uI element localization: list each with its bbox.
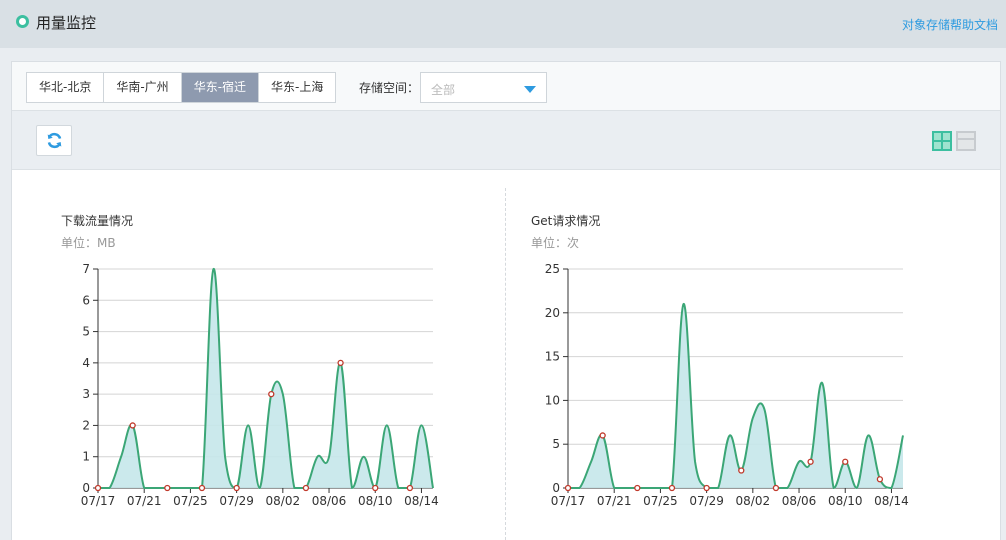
data-point: [268, 390, 275, 398]
data-point: [668, 484, 676, 492]
data-point: [337, 359, 344, 367]
x-tick-label: 08/06: [312, 494, 347, 508]
help-doc-link[interactable]: 对象存储帮助文档: [902, 16, 998, 33]
data-point: [198, 484, 206, 492]
data-point: [564, 484, 572, 492]
y-tick-label: 1: [82, 450, 90, 464]
region-tab-beijing[interactable]: 华北-北京: [27, 73, 105, 102]
x-tick-label: 07/25: [173, 494, 208, 508]
x-tick-label: 08/14: [404, 494, 439, 508]
data-point: [634, 484, 641, 492]
chart-divider: [505, 188, 506, 540]
get-requests-chart: 0 5 10 15 20 25 07/17 07/21 07/25 07/29 08/02 08/06…: [545, 262, 909, 508]
chart-toolbar: [12, 110, 1000, 170]
y-tick-label: 6: [82, 293, 90, 307]
y-tick-label: 7: [82, 262, 90, 276]
storage-space-label: 存储空间：: [359, 81, 420, 95]
data-point: [94, 484, 102, 492]
region-tab-suqian[interactable]: 华东-宿迁: [181, 73, 260, 102]
data-point: [233, 484, 240, 492]
data-point: [129, 422, 136, 429]
y-tick-label: 5: [82, 325, 90, 339]
y-tick-label: 15: [545, 350, 560, 364]
y-tick-label: 5: [552, 437, 560, 451]
x-tick-label: 08/14: [874, 494, 909, 508]
download-traffic-chart: 0 1 2 3 4 5 6 7 07/17 07/21 07/25 07/29 08/02 08/06 08…: [81, 262, 439, 508]
region-tabs: 华北-北京 华南-广州 华东-宿迁 华东-上海: [26, 72, 337, 103]
x-tick-label: 08/10: [828, 494, 863, 508]
page-header: 用量监控 对象存储帮助文档: [0, 0, 1006, 48]
y-tick-label: 10: [545, 393, 560, 407]
data-point: [842, 458, 849, 465]
data-point: [703, 484, 710, 492]
x-tick-label: 08/02: [266, 494, 301, 508]
x-tick-label: 07/21: [597, 494, 632, 508]
x-tick-label: 07/17: [81, 494, 116, 508]
data-point: [302, 484, 310, 492]
y-tick-label: 0: [552, 481, 560, 495]
region-tab-guangzhou[interactable]: 华南-广州: [104, 73, 182, 102]
data-point: [164, 484, 171, 492]
y-tick-label: 0: [82, 481, 90, 495]
data-point: [772, 484, 780, 492]
storage-space-select[interactable]: 全部: [420, 72, 547, 103]
data-point: [599, 432, 606, 439]
data-point: [807, 458, 814, 465]
storage-space-value: 全部: [431, 83, 456, 97]
x-tick-label: 08/02: [736, 494, 771, 508]
x-tick-label: 07/17: [551, 494, 586, 508]
y-tick-label: 25: [545, 262, 560, 276]
data-point: [406, 484, 414, 492]
x-tick-label: 07/29: [219, 494, 254, 508]
y-tick-label: 20: [545, 306, 560, 320]
y-tick-label: 2: [82, 418, 90, 432]
list-view-icon[interactable]: [956, 131, 976, 151]
status-ring-icon: [16, 15, 29, 28]
monitor-panel: 华北-北京 华南-广州 华东-宿迁 华东-上海 存储空间： 全部 下载流量情况 …: [11, 61, 1001, 540]
refresh-button[interactable]: [36, 125, 72, 156]
page-title: 用量监控: [36, 14, 97, 32]
refresh-icon: [47, 132, 62, 149]
x-tick-label: 07/21: [127, 494, 162, 508]
y-tick-label: 3: [82, 387, 90, 401]
region-tab-shanghai[interactable]: 华东-上海: [259, 73, 335, 102]
y-tick-label: 4: [82, 356, 90, 370]
data-point: [738, 467, 745, 474]
x-tick-label: 07/25: [643, 494, 678, 508]
x-tick-label: 08/06: [782, 494, 817, 508]
grid-view-icon[interactable]: [932, 131, 952, 151]
series-area: [568, 303, 903, 488]
data-point: [372, 484, 379, 492]
data-point: [876, 476, 884, 483]
x-tick-label: 07/29: [689, 494, 724, 508]
charts-area: 下载流量情况 单位：MB 0 1 2 3 4 5 6 7 07/17 07/21 07/25 07/2…: [12, 170, 1000, 540]
x-tick-label: 08/10: [358, 494, 393, 508]
chevron-down-icon: [524, 86, 536, 93]
